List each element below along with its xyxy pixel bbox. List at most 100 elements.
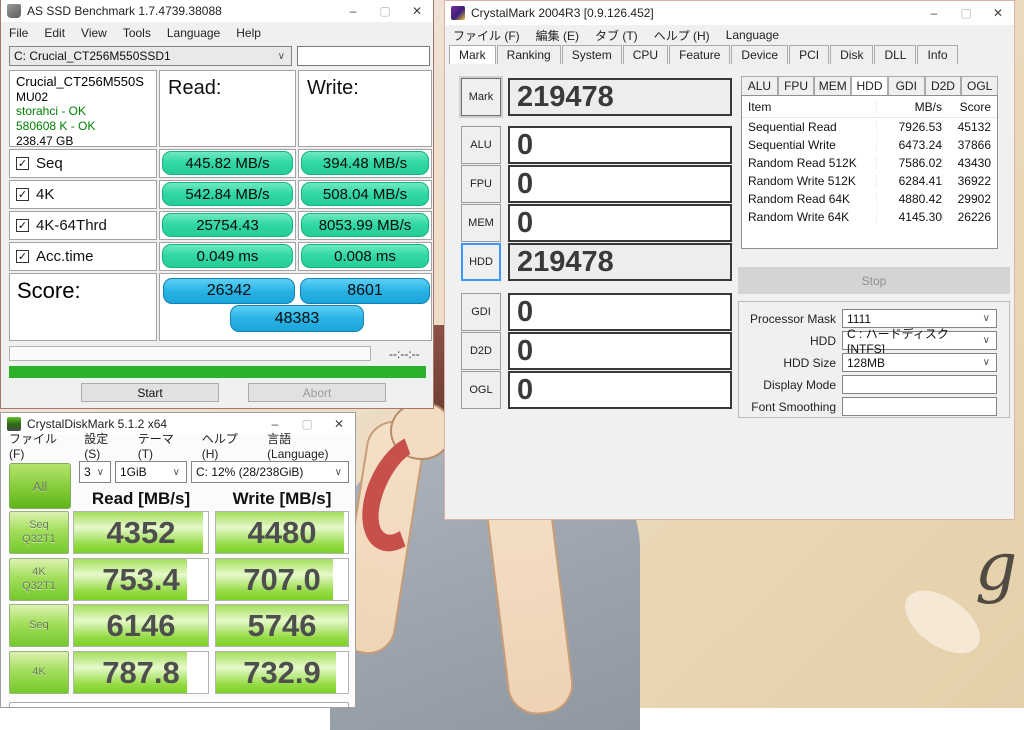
tab-ranking[interactable]: Ranking (497, 45, 561, 64)
as-ssd-titlebar: AS SSD Benchmark 1.7.4739.38088 – ▢ ✕ (1, 0, 433, 22)
all-test-button[interactable]: All (9, 463, 71, 509)
abort-button[interactable]: Abort (248, 383, 386, 402)
menu-language[interactable]: Language (718, 25, 787, 45)
menu-language[interactable]: 言語(Language) (259, 427, 355, 464)
menu-file[interactable]: ファイル (F) (445, 24, 528, 47)
ogl-button[interactable]: OGL (461, 371, 501, 409)
crystalmark-title: CrystalMark 2004R3 [0.9.126.452] (471, 6, 918, 20)
seq-q32t1-read-cell: 4352 (73, 511, 209, 554)
checkbox-4k64[interactable]: ✓ (16, 219, 29, 232)
close-icon[interactable]: ✕ (982, 2, 1014, 24)
4k-read-value: 542.84 MB/s (162, 182, 293, 206)
tab-feature[interactable]: Feature (669, 45, 730, 64)
drive-capacity: 238.47 GB (16, 134, 150, 149)
checkbox-4k[interactable]: ✓ (16, 188, 29, 201)
mbs: 6284.41 (876, 174, 942, 188)
write-header-cell: Write: (298, 70, 432, 147)
tab-info[interactable]: Info (917, 45, 957, 64)
drive-select-value: C: Crucial_CT256M550SSD1 (14, 49, 171, 63)
test-label-acctime: ✓ Acc.time (9, 242, 157, 271)
menu-view[interactable]: View (73, 23, 115, 43)
score-values-cell: 26342 8601 48383 (159, 273, 432, 341)
menu-settings[interactable]: 設定(S) (76, 427, 129, 464)
menu-tools[interactable]: Tools (115, 23, 159, 43)
seq-q32t1-write-value: 4480 (216, 512, 348, 553)
seq-read-cell: 6146 (73, 604, 209, 647)
write-header: Write: (307, 77, 359, 99)
table-row: Random Write 512K6284.4136922 (742, 172, 997, 190)
subtab-gdi[interactable]: GDI (888, 76, 925, 95)
subtab-ogl[interactable]: OGL (961, 76, 998, 95)
seq-button[interactable]: Seq (9, 604, 69, 647)
checkbox-seq[interactable]: ✓ (16, 157, 29, 170)
menu-theme[interactable]: テーマ(T) (130, 427, 194, 464)
maximize-icon[interactable]: ▢ (369, 0, 401, 22)
close-icon[interactable]: ✕ (401, 0, 433, 22)
menu-edit[interactable]: Edit (36, 23, 73, 43)
tab-dll[interactable]: DLL (874, 45, 916, 64)
subtab-d2d[interactable]: D2D (925, 76, 962, 95)
drive-driver-status: storahci - OK (16, 104, 150, 119)
menu-help[interactable]: Help (228, 23, 269, 43)
menu-language[interactable]: Language (159, 23, 228, 43)
4k64-write-cell: 8053.99 MB/s (298, 211, 432, 240)
target-drive-select[interactable]: C: 12% (28/238GiB)∨ (191, 461, 349, 483)
maximize-icon[interactable]: ▢ (950, 2, 982, 24)
mbs: 6473.24 (876, 138, 942, 152)
checkbox-acctime[interactable]: ✓ (16, 250, 29, 263)
menu-help[interactable]: ヘルプ(H) (194, 427, 259, 464)
drive-select[interactable]: C: Crucial_CT256M550SSD1 ∨ (9, 46, 292, 66)
d2d-button[interactable]: D2D (461, 332, 501, 370)
menu-file[interactable]: File (1, 23, 36, 43)
acctime-write-value: 0.008 ms (301, 244, 429, 268)
minimize-icon[interactable]: – (337, 0, 369, 22)
font-smoothing-field[interactable] (842, 397, 997, 416)
subtab-fpu[interactable]: FPU (778, 76, 815, 95)
crystalmark-menubar: ファイル (F) 編集 (E) タブ (T) ヘルプ (H) Language (445, 25, 1014, 45)
4k-q32t1-button[interactable]: 4K Q32T1 (9, 558, 69, 601)
test-count-select[interactable]: 3∨ (79, 461, 111, 483)
comment-box[interactable] (9, 702, 349, 708)
hdd-button[interactable]: HDD (461, 243, 501, 281)
chevron-down-icon: ∨ (278, 51, 287, 62)
size-input[interactable] (297, 46, 430, 66)
tab-disk[interactable]: Disk (830, 45, 873, 64)
mbs: 4880.42 (876, 192, 942, 206)
gdi-button[interactable]: GDI (461, 293, 501, 331)
menu-file[interactable]: ファイル(F) (1, 427, 76, 464)
display-mode-field[interactable] (842, 375, 997, 394)
tab-pci[interactable]: PCI (789, 45, 829, 64)
drive-firmware: MU02 (16, 90, 150, 105)
hdd-value: C : ハードディスク [NTFS] (847, 325, 983, 356)
test-size-select[interactable]: 1GiB∨ (115, 461, 187, 483)
mem-button[interactable]: MEM (461, 204, 501, 242)
4k-q32t1-read-value: 753.4 (74, 559, 208, 600)
result-subtabs: ALU FPU MEM HDD GDI D2D OGL (741, 76, 998, 95)
4k-q32t1-write-value: 707.0 (216, 559, 348, 600)
alu-button[interactable]: ALU (461, 126, 501, 164)
menu-help[interactable]: ヘルプ (H) (646, 24, 718, 47)
hdd-select[interactable]: C : ハードディスク [NTFS]∨ (842, 331, 997, 350)
tab-device[interactable]: Device (731, 45, 788, 64)
tab-cpu[interactable]: CPU (623, 45, 668, 64)
menu-edit[interactable]: 編集 (E) (528, 24, 587, 47)
tab-system[interactable]: System (562, 45, 622, 64)
mark-button[interactable]: Mark (461, 78, 501, 116)
hdd-size-select[interactable]: 128MB∨ (842, 353, 997, 372)
4k-write-cell: 732.9 (215, 651, 349, 694)
subtab-hdd[interactable]: HDD (851, 76, 888, 95)
tab-mark[interactable]: Mark (449, 45, 496, 64)
subtab-mem[interactable]: MEM (814, 76, 851, 95)
4k-button[interactable]: 4K (9, 651, 69, 694)
4k-q32t1-write-cell: 707.0 (215, 558, 349, 601)
item: Random Write 64K (748, 210, 876, 224)
score: 45132 (942, 120, 991, 134)
minimize-icon[interactable]: – (918, 2, 950, 24)
seq-q32t1-button[interactable]: Seq Q32T1 (9, 511, 69, 554)
fpu-button[interactable]: FPU (461, 165, 501, 203)
menu-tab[interactable]: タブ (T) (587, 24, 646, 47)
subtab-alu[interactable]: ALU (741, 76, 778, 95)
start-button[interactable]: Start (81, 383, 219, 402)
stop-button[interactable]: Stop (738, 267, 1010, 294)
col-mbs: MB/s (876, 100, 942, 114)
